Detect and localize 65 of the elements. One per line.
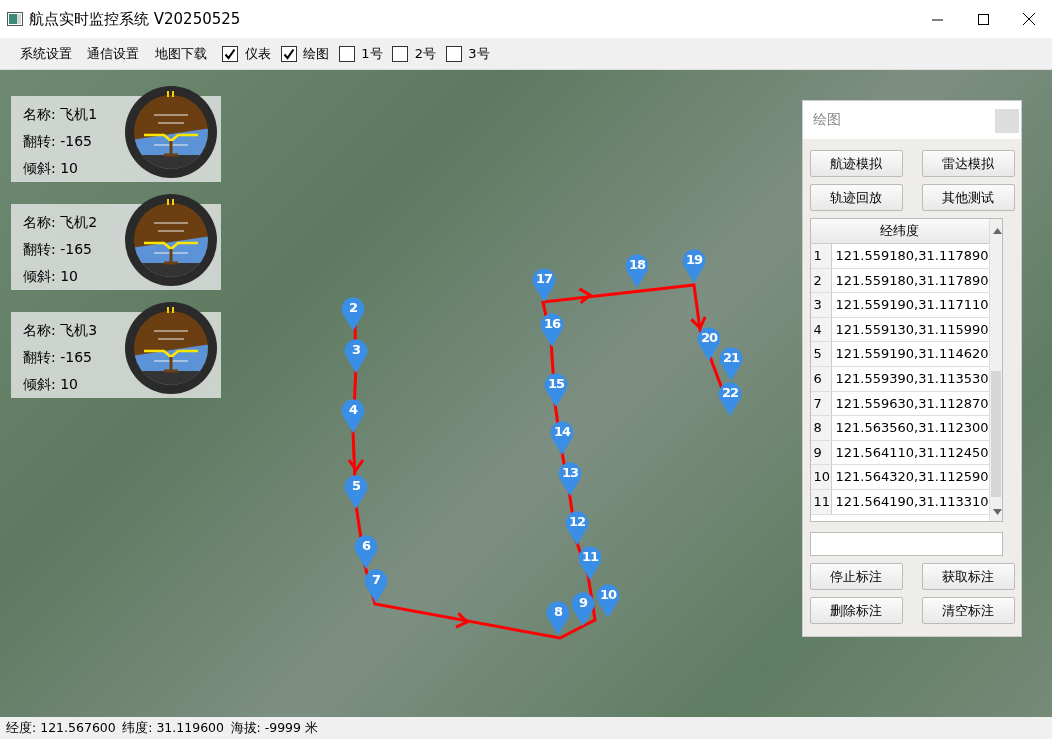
- table-cell-text: 121.559190,31.117110: [834, 296, 989, 315]
- row-number: 5: [810, 342, 832, 366]
- row-number: 6: [810, 366, 832, 391]
- scrollbar[interactable]: [988, 219, 1002, 521]
- table-cell-text: 121.564110,31.112450: [834, 443, 989, 462]
- row-number: 8: [810, 416, 832, 440]
- maximize-icon: [977, 13, 989, 25]
- action-button[interactable]: 删除标注: [809, 597, 903, 624]
- scroll-up-icon[interactable]: [992, 228, 1002, 234]
- row-number: 11: [810, 489, 832, 514]
- toolbar-menu-button[interactable]: 地图下载: [148, 41, 213, 66]
- checkbox-label: 2号: [414, 44, 437, 63]
- action-button[interactable]: 轨迹回放: [809, 184, 903, 211]
- table-cell-text: 121.559180,31.117890: [834, 247, 989, 265]
- row-number: 10: [810, 465, 832, 489]
- status-text: 经度: 121.567600: [6, 719, 116, 737]
- table-cell-text: 121.559180,31.117890: [834, 271, 989, 290]
- action-button[interactable]: 清空标注: [921, 597, 1015, 624]
- checkbox-label: 3号: [468, 44, 490, 63]
- panel-title: 绘图: [813, 111, 841, 127]
- action-button[interactable]: 航迹模拟: [809, 150, 903, 177]
- info-text: 名称: 飞机3: [23, 321, 98, 340]
- checkbox-label: 1号: [361, 44, 383, 63]
- table-cell-text: 121.563560,31.112300: [834, 419, 989, 438]
- checkbox[interactable]: [392, 45, 409, 62]
- info-text: 名称: 飞机2: [23, 213, 98, 232]
- info-text: 翻转: -165: [23, 240, 92, 259]
- text-input[interactable]: [809, 532, 1003, 556]
- action-button[interactable]: 停止标注: [809, 563, 903, 590]
- toolbar-menu-button[interactable]: 通信设置: [81, 41, 146, 66]
- row-number: 4: [810, 317, 832, 342]
- status-text: 海拔: -9999 米: [230, 719, 318, 737]
- checkbox[interactable]: [222, 45, 239, 62]
- checkbox[interactable]: [280, 45, 297, 62]
- scroll-down-icon[interactable]: [992, 509, 1002, 515]
- action-button[interactable]: 获取标注: [921, 563, 1015, 590]
- row-number: 2: [810, 268, 832, 293]
- action-button[interactable]: 雷达模拟: [921, 150, 1015, 177]
- info-text: 翻转: -165: [23, 132, 92, 151]
- row-number: 9: [810, 440, 832, 465]
- checkbox[interactable]: [445, 45, 462, 62]
- row-number: 7: [810, 391, 832, 416]
- table-cell-text: 121.559630,31.112870: [834, 394, 989, 413]
- info-text: 倾斜: 10: [23, 375, 78, 394]
- table-cell-text: 121.564320,31.112590: [834, 468, 989, 487]
- close-icon: [1023, 13, 1035, 25]
- app-icon: [6, 12, 23, 26]
- action-button[interactable]: 其他测试: [921, 184, 1015, 211]
- window-title: 航点实时监控系统 V20250525: [29, 8, 241, 30]
- column-header: 经纬度: [810, 219, 989, 244]
- toolbar-menu-button[interactable]: 系统设置: [14, 41, 78, 66]
- table-cell-text: 121.559390,31.113530: [834, 369, 989, 388]
- table-cell-text: 121.559130,31.115990: [834, 320, 989, 339]
- info-text: 倾斜: 10: [23, 267, 78, 286]
- checkbox[interactable]: [338, 45, 355, 62]
- info-text: 倾斜: 10: [23, 159, 78, 178]
- info-text: 翻转: -165: [23, 348, 92, 367]
- table-cell-text: 121.564190,31.113310: [834, 492, 989, 511]
- table-cell-text: 121.559190,31.114620: [834, 345, 989, 364]
- info-text: 名称: 飞机1: [23, 105, 98, 124]
- row-number: 1: [810, 244, 832, 268]
- checkbox-label: 仪表: [244, 44, 271, 63]
- checkbox-label: 绘图: [303, 44, 329, 63]
- status-text: 纬度: 31.119600: [122, 719, 224, 737]
- row-number: 3: [810, 293, 832, 317]
